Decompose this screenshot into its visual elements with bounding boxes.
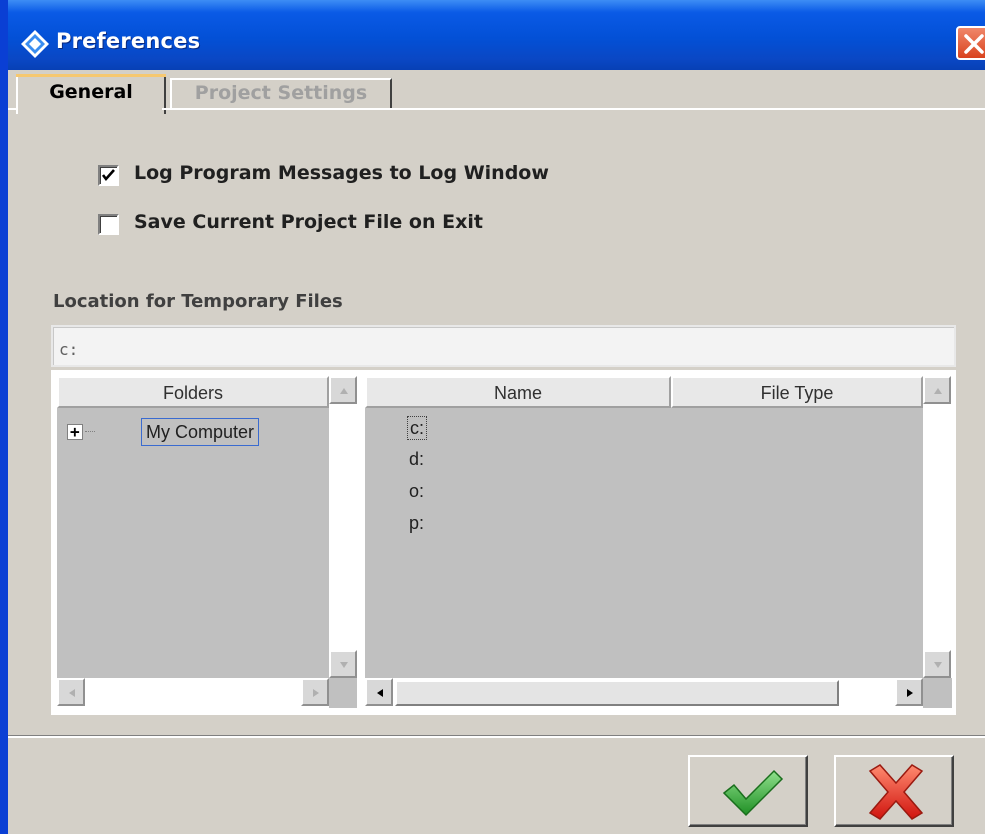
folders-header[interactable]: Folders	[57, 376, 329, 408]
folders-scroll-left-button[interactable]	[57, 678, 85, 706]
tab-divider-left	[8, 108, 18, 110]
arrow-right-icon	[907, 689, 913, 697]
column-header-name[interactable]: Name	[365, 376, 671, 408]
folders-scroll-right-button[interactable]	[301, 678, 329, 706]
arrow-up-icon	[934, 388, 942, 394]
plus-icon: +	[70, 422, 80, 441]
arrow-right-icon	[313, 689, 319, 697]
log-messages-checkbox[interactable]	[98, 165, 119, 186]
tab-divider	[162, 108, 985, 110]
save-on-exit-label: Save Current Project File on Exit	[134, 211, 483, 233]
arrow-up-icon	[340, 388, 348, 394]
files-scroll-down-button[interactable]	[923, 650, 951, 678]
tab-general[interactable]: General	[16, 74, 166, 114]
window-title: Preferences	[56, 29, 201, 53]
log-messages-label: Log Program Messages to Log Window	[134, 162, 549, 184]
footer-divider	[8, 735, 985, 738]
checkmark-small-icon	[101, 169, 115, 182]
temp-location-label: Location for Temporary Files	[53, 291, 343, 312]
tab-strip: Project Settings General	[8, 70, 985, 114]
arrow-left-icon	[69, 689, 75, 697]
arrow-down-icon	[340, 662, 348, 668]
files-scroll-right-button[interactable]	[895, 678, 923, 706]
files-scroll-left-button[interactable]	[365, 678, 393, 706]
ok-button[interactable]	[688, 755, 808, 827]
file-browser: Folders + My Computer Name File Type c: …	[51, 370, 956, 715]
drive-item[interactable]: o:	[407, 480, 426, 504]
files-pane[interactable]: Name File Type c: d: o: p:	[365, 376, 953, 708]
tree-expander[interactable]: +	[67, 422, 83, 441]
files-scroll-up-button[interactable]	[923, 376, 951, 404]
folders-scroll-down-button[interactable]	[329, 650, 357, 678]
arrow-left-icon	[377, 689, 383, 697]
folders-vscroll[interactable]	[329, 376, 359, 678]
arrow-down-icon	[934, 662, 942, 668]
drive-item[interactable]: d:	[407, 448, 426, 472]
files-vscroll[interactable]	[923, 376, 953, 678]
folders-pane[interactable]: Folders + My Computer	[57, 376, 359, 708]
drive-item[interactable]: p:	[407, 512, 426, 536]
save-on-exit-checkbox[interactable]	[98, 214, 119, 235]
tree-label-my-computer[interactable]: My Computer	[141, 418, 260, 446]
checkmark-icon	[722, 769, 784, 817]
diamond-app-icon	[21, 30, 49, 58]
close-icon	[964, 34, 984, 54]
temp-path-field[interactable]: c:	[51, 325, 956, 367]
drive-item[interactable]: c:	[407, 416, 428, 440]
preferences-window: Preferences Project Settings General Log…	[0, 0, 985, 834]
files-hscroll-thumb[interactable]	[395, 680, 839, 706]
close-button[interactable]	[956, 26, 985, 60]
column-header-file-type[interactable]: File Type	[671, 376, 923, 408]
cancel-button[interactable]	[834, 755, 954, 827]
tab-project-settings[interactable]: Project Settings	[170, 78, 392, 110]
folders-scroll-up-button[interactable]	[329, 376, 357, 404]
tree-connector	[85, 431, 95, 432]
red-x-icon	[868, 764, 924, 820]
folders-hscroll[interactable]	[57, 678, 329, 708]
title-bar[interactable]: Preferences	[8, 0, 985, 70]
